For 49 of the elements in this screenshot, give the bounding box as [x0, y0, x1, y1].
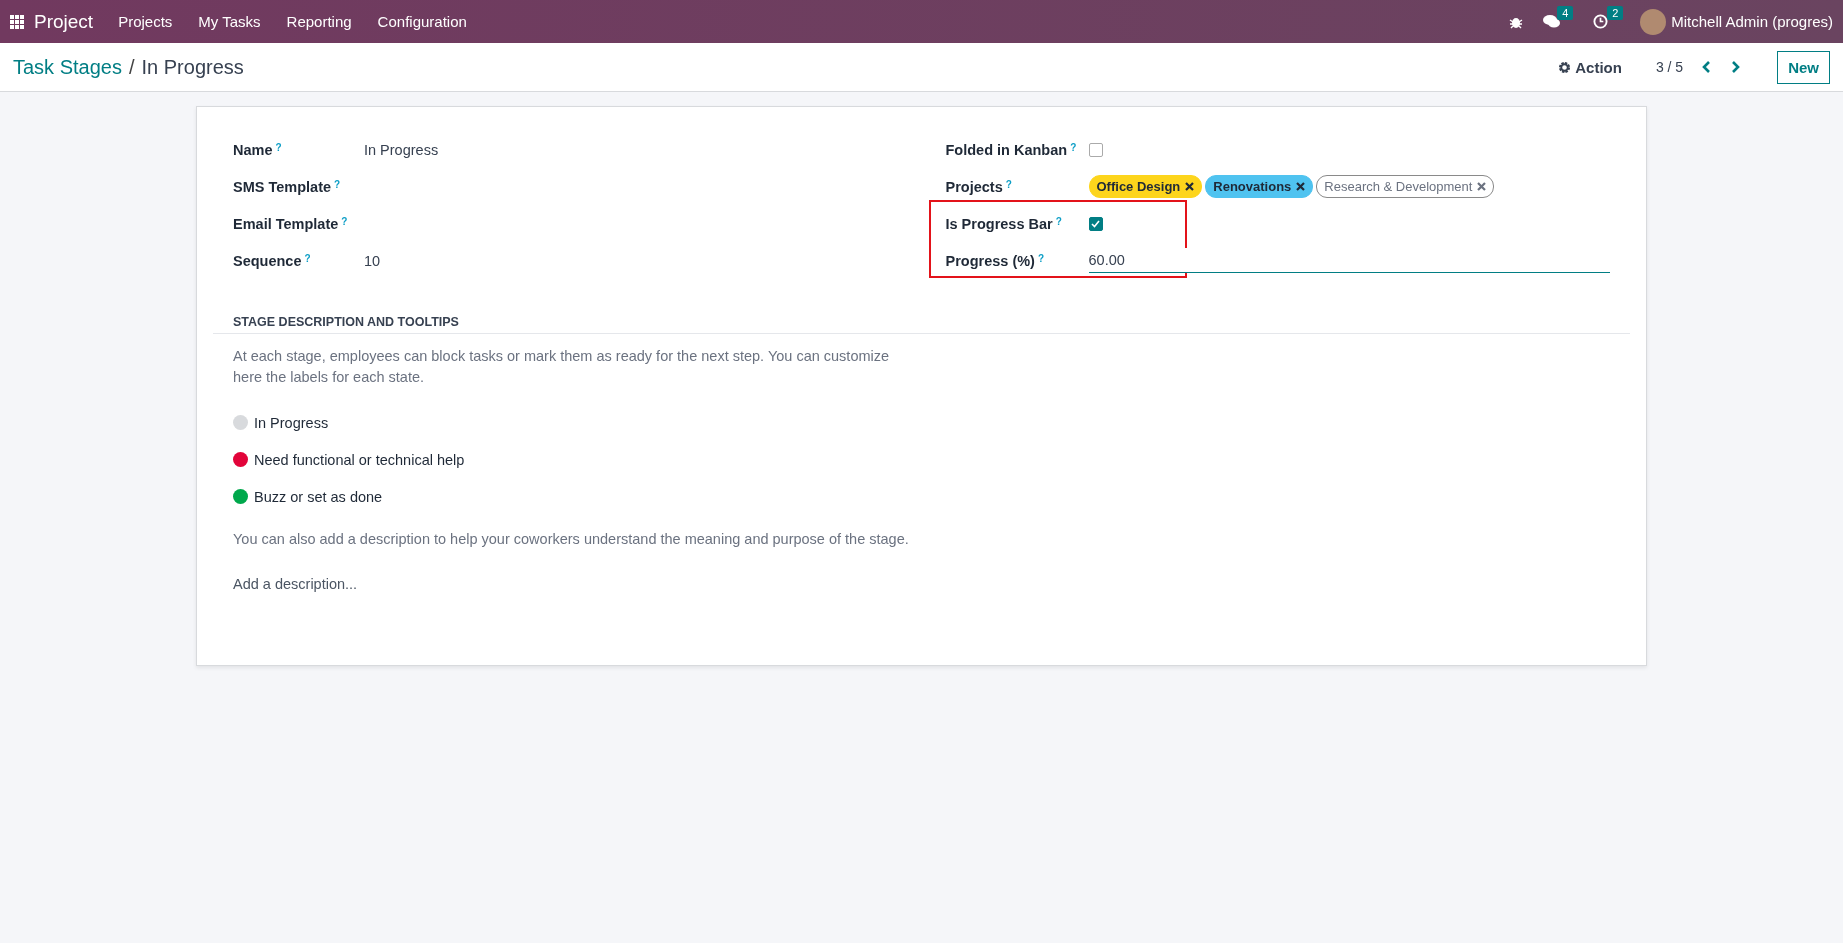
menu-item[interactable]: Configuration [364, 13, 480, 30]
field-label: SMS Template [233, 178, 332, 195]
new-button[interactable]: New [1777, 50, 1830, 84]
state-label[interactable]: Buzz or set as done [254, 488, 383, 505]
checkbox[interactable] [1088, 216, 1103, 231]
remove-icon[interactable] [1477, 182, 1487, 191]
app-name[interactable]: Project [24, 10, 106, 33]
project-tag[interactable]: Renovations [1205, 175, 1314, 198]
field-value[interactable]: 10 [364, 252, 898, 269]
field-label: Email Template [233, 215, 339, 232]
message-count: 4 [1557, 6, 1574, 20]
field-label: Folded in Kanban [945, 141, 1068, 158]
action-button[interactable]: Action [1552, 57, 1628, 77]
checkbox[interactable] [1088, 142, 1103, 157]
menu-item[interactable]: My Tasks [185, 13, 274, 30]
field-label: Progress (%) [945, 252, 1035, 269]
chat-icon[interactable] [1543, 14, 1562, 29]
description-placeholder[interactable]: Add a description... [233, 576, 358, 592]
project-tag[interactable]: Research & Development [1316, 175, 1495, 198]
section-title: STAGE DESCRIPTION AND TOOLTIPS [213, 279, 1630, 334]
user-name[interactable]: Mitchell Admin (progres) [1671, 13, 1833, 30]
breadcrumb-link[interactable]: Task Stages [13, 55, 122, 79]
user-avatar[interactable] [1640, 8, 1667, 35]
menu-item[interactable]: Projects [105, 13, 186, 30]
description-hint: You can also add a description to help your coworkers understand the meaning and purpose of the stage. [233, 530, 910, 549]
field-label: Name [233, 141, 273, 158]
progress-input[interactable]: 60.00 [1088, 248, 1610, 273]
record-title: In Progress [141, 55, 244, 79]
project-tag[interactable]: Office Design [1088, 175, 1203, 198]
chevron-icon [1729, 60, 1742, 74]
intro-text: At each stage, employees can block tasks or mark them as ready for the next step. You can customize here the labels for each state. [233, 347, 891, 387]
remove-icon[interactable] [1296, 182, 1306, 191]
menu-item[interactable]: Reporting [273, 13, 365, 30]
state-label[interactable]: In Progress [254, 414, 329, 431]
field-label: Sequence [233, 252, 302, 269]
status-dot[interactable] [233, 415, 248, 430]
field-label: Is Progress Bar [945, 215, 1053, 232]
field-label: Projects [945, 178, 1003, 195]
activity-count: 2 [1607, 6, 1624, 20]
pager-counter: 3 / 5 [1655, 59, 1684, 75]
apps-menu-icon[interactable] [10, 14, 24, 29]
clock-icon[interactable] [1593, 14, 1609, 29]
status-dot[interactable] [233, 489, 248, 504]
remove-icon[interactable] [1185, 182, 1195, 191]
breadcrumb-separator: / [127, 55, 136, 79]
state-label[interactable]: Need functional or technical help [254, 451, 465, 468]
status-dot[interactable] [233, 452, 248, 467]
gear-icon [1558, 60, 1572, 74]
field-value[interactable]: In Progress [364, 141, 898, 158]
